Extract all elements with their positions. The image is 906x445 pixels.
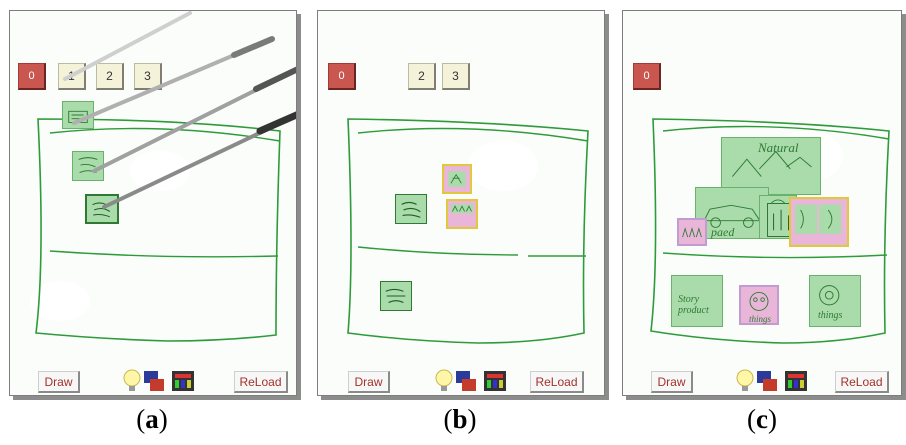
thumbnail-flower[interactable]: things (739, 285, 779, 325)
reload-button[interactable]: ReLoad (835, 371, 889, 393)
flags-icon (456, 371, 476, 391)
pen-icon (63, 11, 296, 209)
caption-a: (a) (136, 404, 168, 434)
thumbnail-note[interactable]: Story product (671, 275, 723, 327)
page-0-button[interactable]: 0 (633, 63, 661, 90)
lightbulb-icon (123, 369, 141, 391)
thumbnail-title: Natural (758, 140, 799, 155)
thumbnail-flower-text: things (749, 314, 772, 324)
toolbar-icons (434, 367, 514, 395)
draw-button[interactable]: Draw (38, 371, 80, 393)
sketch-thumbnail[interactable] (446, 199, 478, 229)
toolbox-icon (484, 371, 506, 391)
page-3-button[interactable]: 3 (442, 63, 470, 90)
draw-button[interactable]: Draw (348, 371, 390, 393)
thumbnail-people[interactable] (677, 218, 707, 246)
toolbar-icons (735, 367, 815, 395)
toolbar-icons (122, 367, 202, 395)
flags-icon (757, 371, 777, 391)
flags-icon (144, 371, 164, 391)
reload-button[interactable]: ReLoad (234, 371, 288, 393)
thumbnail-circle-text: things (818, 310, 843, 321)
toolbox-icon (785, 371, 807, 391)
draw-button[interactable]: Draw (651, 371, 693, 393)
panel-a: 0 1 2 3 Draw ReLoad (9, 10, 297, 396)
sketch-thumbnail[interactable] (442, 164, 472, 194)
sketch-thumbnail[interactable] (380, 281, 412, 311)
caption-b: (b) (443, 404, 477, 434)
panel-c: 0 Natural paed Story product things thin… (622, 10, 902, 396)
thumbnail-selected[interactable] (789, 197, 849, 247)
panel-b: 0 2 3 Draw ReLoad (317, 10, 605, 396)
thumbnail-circle[interactable]: things (809, 275, 861, 327)
reload-button[interactable]: ReLoad (530, 371, 584, 393)
lightbulb-icon (736, 369, 754, 391)
toolbox-icon (172, 371, 194, 391)
sketch-thumbnail[interactable] (395, 194, 427, 224)
page-2-button[interactable]: 2 (408, 63, 436, 90)
caption-c: (c) (747, 404, 777, 434)
page-0-button[interactable]: 0 (328, 63, 356, 90)
lightbulb-icon (435, 369, 453, 391)
thumbnail-label: paed (711, 225, 735, 239)
thumbnail-note-text: Story product (678, 294, 709, 316)
